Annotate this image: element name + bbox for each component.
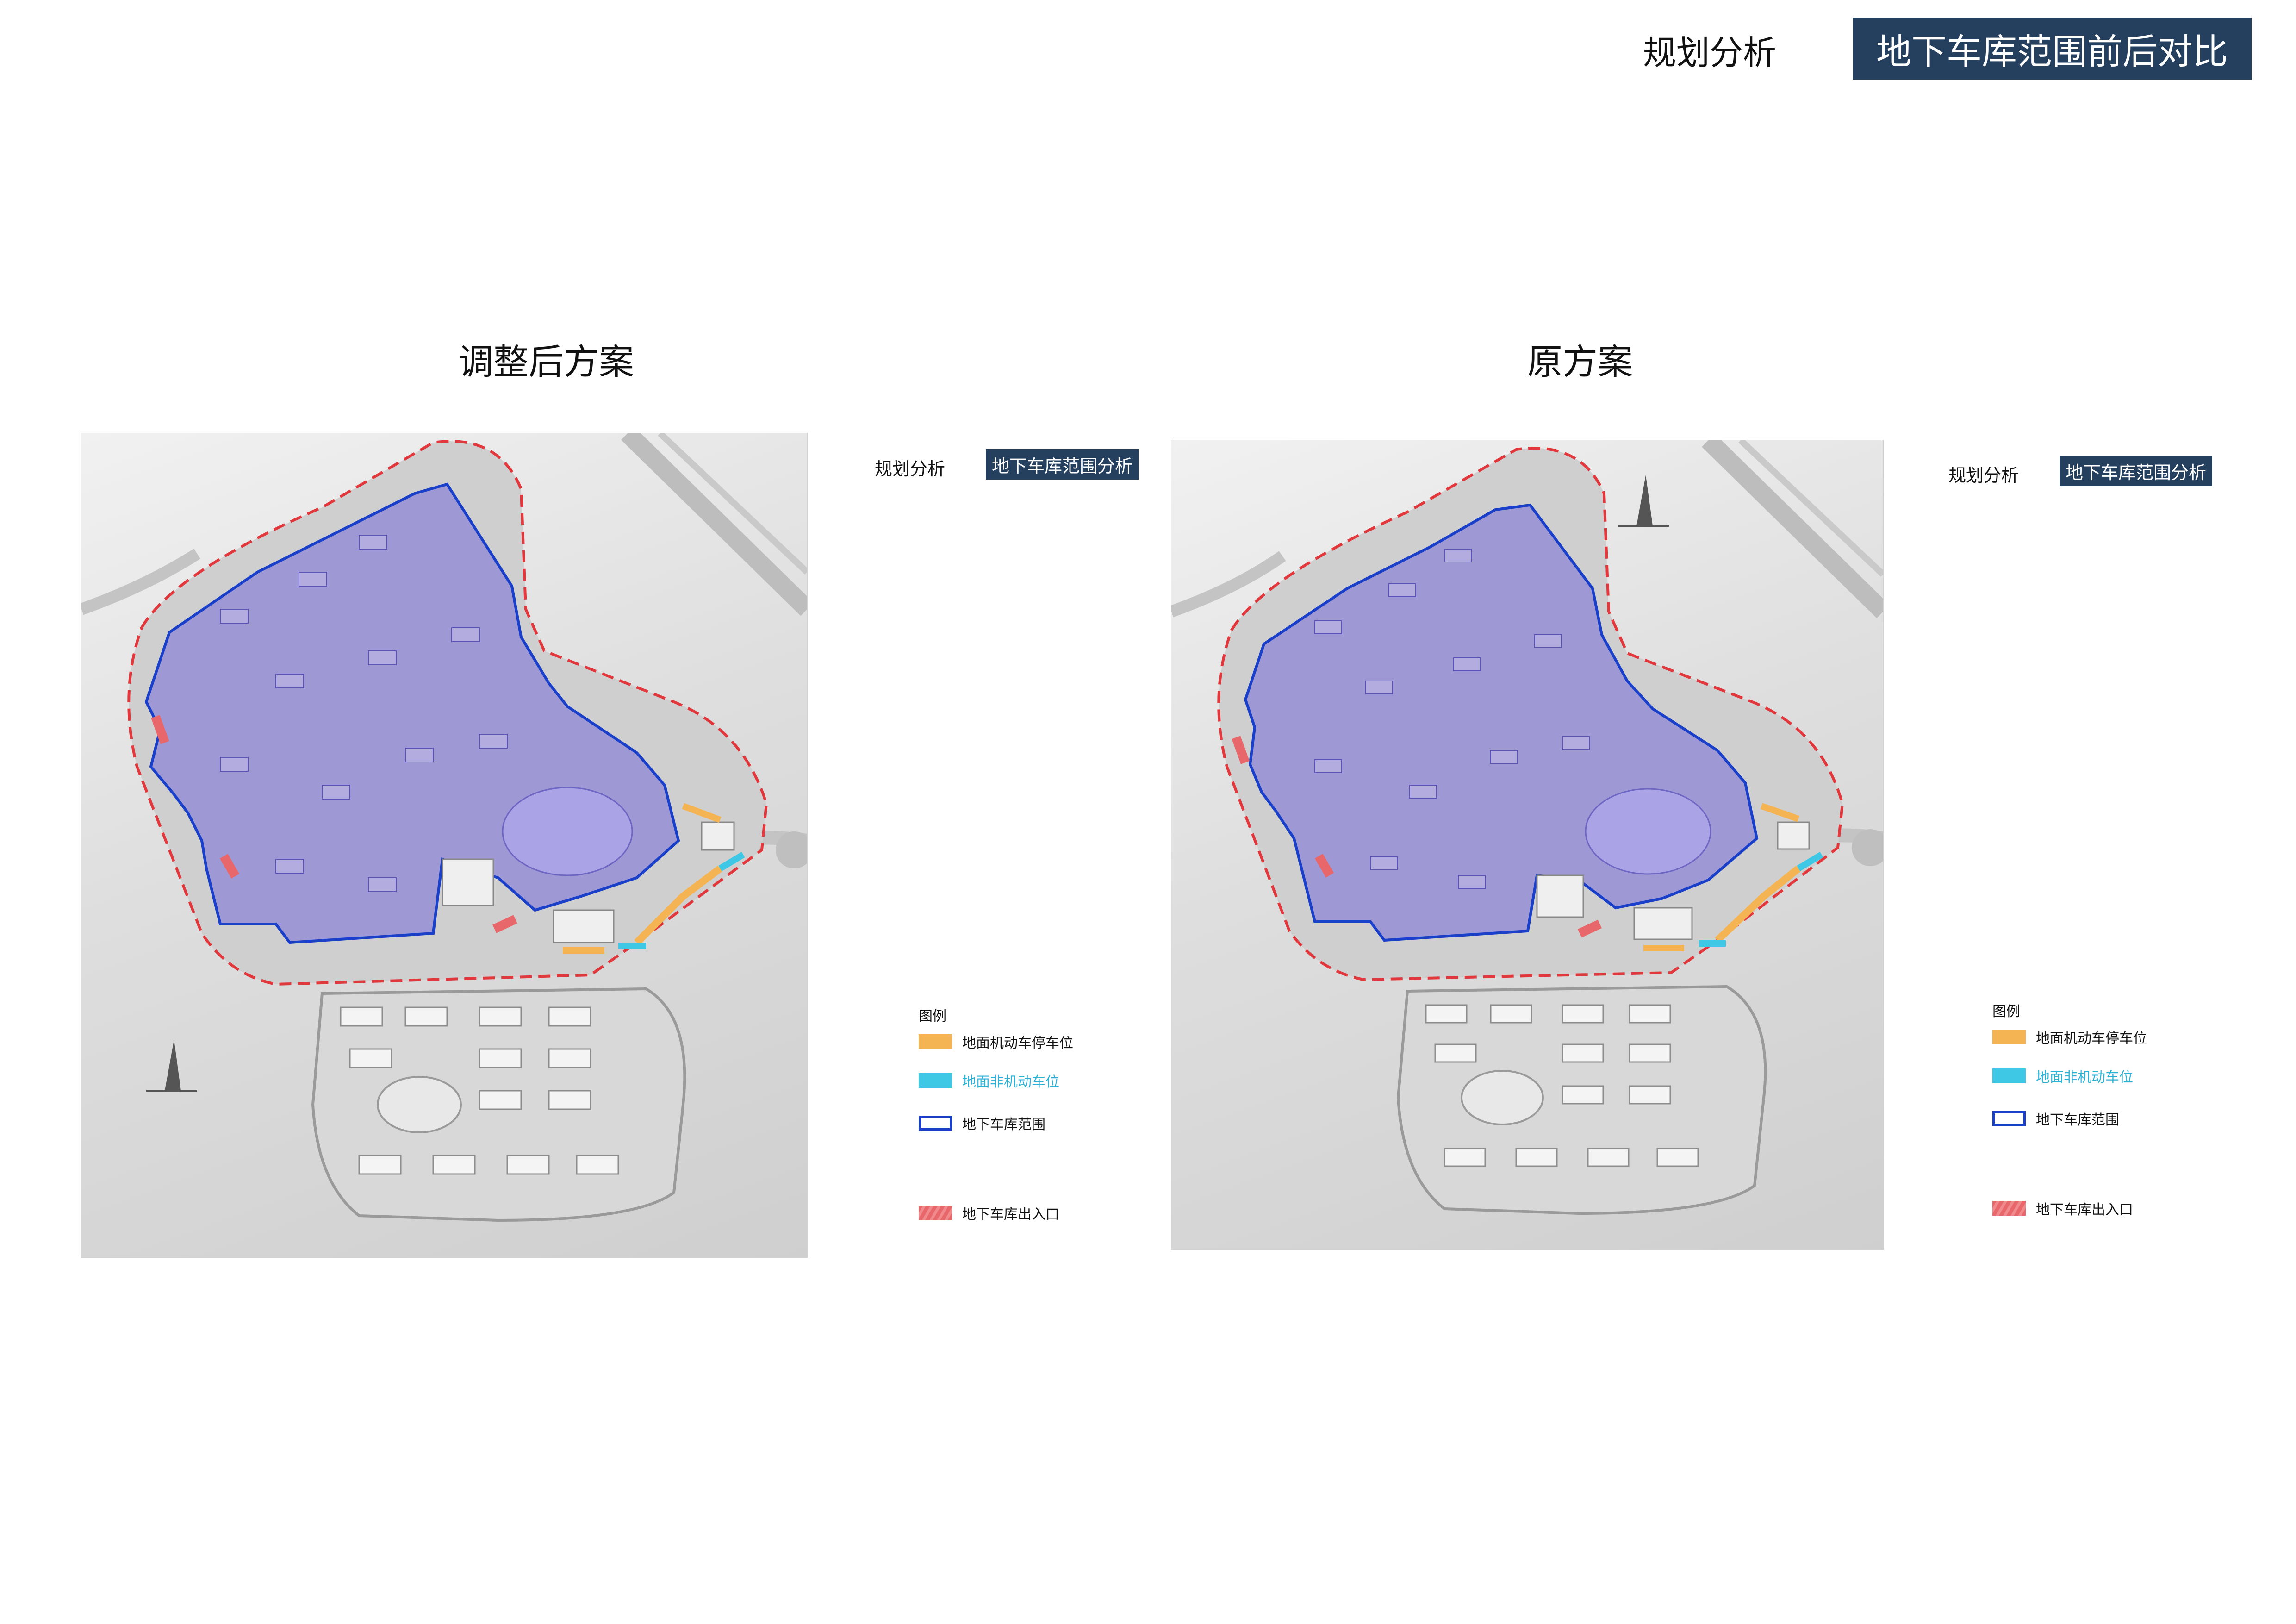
legend-label: 地面非机动车位 bbox=[2036, 1069, 2133, 1086]
legend-adjusted: 图例 地面机动车停车位 地面非机动车位 地下车库范围 地下车库出入口 bbox=[919, 1005, 1073, 1223]
legend-item-garage-entrance: 地下车库出入口 bbox=[1992, 1198, 2147, 1218]
legend-label: 地面机动车停车位 bbox=[962, 1035, 1073, 1051]
page-title-badge: 地下车库范围前后对比 bbox=[1853, 18, 2252, 80]
mini-section-label-original: 规划分析 bbox=[1948, 465, 2019, 486]
legend-label: 地下车库范围 bbox=[2036, 1112, 2119, 1128]
legend-item-car-parking: 地面机动车停车位 bbox=[919, 1031, 1073, 1052]
mini-title-badge-adjusted: 地下车库范围分析 bbox=[986, 449, 1139, 480]
legend-item-car-parking: 地面机动车停车位 bbox=[1992, 1027, 2147, 1047]
cyan-swatch-icon bbox=[919, 1073, 952, 1088]
orange-swatch-icon bbox=[1992, 1030, 2026, 1044]
legend-title: 图例 bbox=[1992, 1004, 2020, 1020]
mini-title-badge-original: 地下车库范围分析 bbox=[2060, 456, 2212, 486]
legend-original: 图例 地面机动车停车位 地面非机动车位 地下车库范围 地下车库出入口 bbox=[1992, 1000, 2147, 1218]
legend-item-garage-extent: 地下车库范围 bbox=[1992, 1108, 2147, 1129]
legend-item-bike-parking: 地面非机动车位 bbox=[1992, 1066, 2147, 1086]
legend-label: 地下车库出入口 bbox=[2036, 1202, 2133, 1218]
blue-outline-swatch-icon bbox=[1992, 1111, 2026, 1126]
blue-outline-swatch-icon bbox=[919, 1116, 952, 1131]
mini-section-label-adjusted: 规划分析 bbox=[875, 459, 946, 479]
site-plan-map-original bbox=[1171, 440, 1884, 1250]
red-hatch-swatch-icon bbox=[919, 1206, 952, 1220]
legend-title: 图例 bbox=[919, 1008, 946, 1024]
site-plan-drawing-adjusted bbox=[81, 433, 807, 1222]
legend-item-bike-parking: 地面非机动车位 bbox=[919, 1070, 1073, 1091]
legend-label: 地下车库范围 bbox=[962, 1117, 1045, 1133]
legend-label: 地下车库出入口 bbox=[962, 1206, 1059, 1223]
site-plan-map-adjusted bbox=[81, 433, 808, 1258]
legend-label: 地面机动车停车位 bbox=[2036, 1031, 2147, 1047]
panel-title-adjusted: 调整后方案 bbox=[458, 341, 634, 382]
orange-swatch-icon bbox=[919, 1034, 952, 1049]
legend-item-garage-entrance: 地下车库出入口 bbox=[919, 1203, 1073, 1223]
legend-item-garage-extent: 地下车库范围 bbox=[919, 1113, 1073, 1133]
panel-title-original: 原方案 bbox=[1527, 341, 1633, 382]
page-section-label: 规划分析 bbox=[1643, 33, 1777, 72]
red-hatch-swatch-icon bbox=[1992, 1201, 2026, 1216]
site-plan-drawing-original bbox=[1171, 440, 1883, 1215]
legend-label: 地面非机动车位 bbox=[962, 1074, 1059, 1090]
cyan-swatch-icon bbox=[1992, 1068, 2026, 1083]
